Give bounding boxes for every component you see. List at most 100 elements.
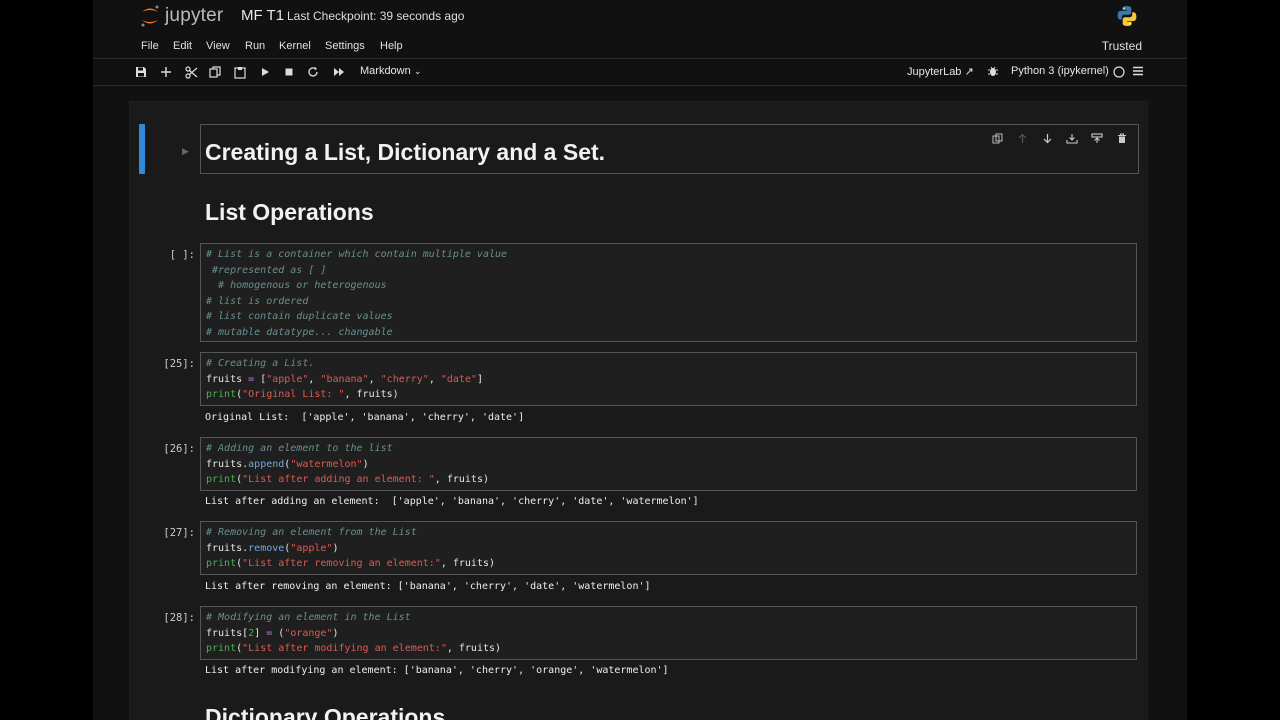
- kernel-name[interactable]: Python 3 (ipykernel): [1011, 65, 1109, 77]
- code-token: fruits.: [206, 458, 249, 470]
- stop-icon[interactable]: [280, 63, 298, 81]
- cell-output: List after modifying an element: ['banan…: [205, 665, 669, 676]
- run-icon[interactable]: [256, 63, 274, 81]
- code-token: ,: [428, 373, 441, 385]
- code-line: # Creating a List.: [206, 358, 315, 369]
- code-token: ): [332, 542, 339, 554]
- jupyter-logo-icon: [141, 5, 159, 27]
- code-line: print("List after adding an element: ", …: [201, 472, 1136, 488]
- code-cell[interactable]: # Removing an element from the List frui…: [200, 521, 1137, 575]
- code-token: ]: [477, 373, 484, 385]
- code-token: print: [206, 389, 237, 400]
- code-token: "orange": [284, 627, 333, 639]
- code-token: fruits.: [206, 542, 249, 554]
- code-token: "List after removing an element:": [242, 558, 441, 569]
- delete-cell-icon[interactable]: [1114, 130, 1130, 146]
- code-line: # Removing an element from the List: [206, 527, 417, 538]
- notebook-title: Creating a List, Dictionary and a Set.: [205, 139, 606, 165]
- code-token: "apple": [290, 542, 333, 554]
- menu-help[interactable]: Help: [380, 40, 403, 52]
- code-cell[interactable]: # Adding an element to the list fruits.a…: [200, 437, 1137, 491]
- code-token: ): [332, 627, 339, 639]
- code-token: "List after adding an element: ": [242, 474, 435, 485]
- code-token: append: [248, 458, 285, 470]
- restart-icon[interactable]: [304, 63, 322, 81]
- code-token: =: [248, 373, 261, 385]
- code-cell[interactable]: # List is a container which contain mult…: [200, 243, 1137, 342]
- cell-prompt: [27]:: [163, 527, 195, 539]
- duplicate-cell-icon[interactable]: [989, 130, 1005, 146]
- code-line: # Adding an element to the list: [206, 443, 393, 454]
- trusted-indicator[interactable]: Trusted: [1102, 39, 1142, 53]
- code-line: fruits.remove("apple"): [201, 541, 1136, 557]
- code-token: ): [362, 458, 369, 470]
- code-token: "List after modifying an element:": [242, 643, 447, 654]
- code-token: =: [266, 627, 279, 639]
- code-token: print: [206, 558, 237, 569]
- code-token: "Original List: ": [242, 389, 345, 400]
- code-line: # Modifying an element in the List: [206, 612, 411, 623]
- cell-output: List after adding an element: ['apple', …: [205, 496, 699, 507]
- kernel-status-icon: [1110, 63, 1128, 81]
- debugger-icon[interactable]: [984, 62, 1002, 80]
- code-token: "apple": [266, 373, 309, 385]
- code-token: , fruits): [434, 474, 489, 485]
- cell-type-label: Markdown: [360, 65, 411, 77]
- active-cell-indicator: [139, 124, 145, 174]
- code-token: remove: [248, 542, 285, 554]
- menu-file[interactable]: File: [141, 40, 159, 52]
- cut-icon[interactable]: [182, 63, 200, 81]
- menu-kernel[interactable]: Kernel: [279, 40, 311, 52]
- logo-text: jupyter: [165, 5, 224, 26]
- top-bar: jupyter MF T1 Last Checkpoint: 39 second…: [93, 0, 1187, 34]
- code-token: "date": [440, 373, 477, 385]
- code-token: ]: [254, 627, 267, 639]
- cell-prompt: [26]:: [163, 443, 195, 455]
- menu-edit[interactable]: Edit: [173, 40, 192, 52]
- code-line: # List is a container which contain mult…: [206, 249, 508, 260]
- code-token: ,: [308, 373, 321, 385]
- code-line: fruits = ["apple", "banana", "cherry", "…: [201, 372, 1136, 388]
- external-link-icon: ↗: [964, 66, 974, 78]
- code-cell[interactable]: # Modifying an element in the List fruit…: [200, 606, 1137, 660]
- paste-icon[interactable]: [231, 63, 249, 81]
- open-jupyterlab-button[interactable]: JupyterLab ↗: [907, 65, 974, 78]
- code-cell[interactable]: # Creating a List. fruits = ["apple", "b…: [200, 352, 1137, 406]
- move-down-icon[interactable]: [1039, 130, 1055, 146]
- menu-run[interactable]: Run: [245, 40, 265, 52]
- code-token: "watermelon": [290, 458, 363, 470]
- code-line: # list contain duplicate values: [206, 311, 393, 322]
- markdown-cell-title[interactable]: Creating a List, Dictionary and a Set.: [200, 124, 1139, 174]
- code-token: ,: [368, 373, 381, 385]
- code-line: # homogenous or heterogenous: [206, 280, 387, 291]
- jupyter-window: jupyter MF T1 Last Checkpoint: 39 second…: [93, 0, 1187, 720]
- collapse-arrow-icon[interactable]: ▶: [182, 146, 189, 157]
- fast-forward-icon[interactable]: [330, 63, 348, 81]
- code-line: print("Original List: ", fruits): [201, 387, 1136, 403]
- copy-icon[interactable]: [206, 63, 224, 81]
- insert-above-icon[interactable]: [1089, 130, 1105, 146]
- python-logo-icon: [1115, 4, 1139, 33]
- code-token: fruits[: [206, 627, 249, 639]
- code-token: print: [206, 643, 237, 654]
- code-line: fruits.append("watermelon"): [201, 457, 1136, 473]
- cell-type-select[interactable]: Markdown ⌄: [360, 65, 421, 77]
- chevron-down-icon: ⌄: [413, 66, 422, 76]
- section-heading-list: List Operations: [205, 199, 374, 225]
- insert-below-icon[interactable]: [1064, 130, 1080, 146]
- cell-toolbar: [989, 130, 1130, 146]
- add-cell-icon[interactable]: [157, 63, 175, 81]
- menu-view[interactable]: View: [206, 40, 230, 52]
- jupyter-logo[interactable]: jupyter: [139, 4, 223, 28]
- menu-settings[interactable]: Settings: [325, 40, 365, 52]
- move-up-icon[interactable]: [1014, 130, 1030, 146]
- last-checkpoint: Last Checkpoint: 39 seconds ago: [287, 9, 465, 23]
- cell-prompt: [25]:: [163, 358, 195, 370]
- code-line: print("List after removing an element:",…: [201, 556, 1136, 572]
- save-icon[interactable]: [132, 63, 150, 81]
- notebook-name[interactable]: MF T1: [241, 7, 284, 24]
- menu-icon[interactable]: [1129, 62, 1147, 80]
- code-line: fruits[2] = ("orange"): [201, 626, 1136, 642]
- menu-bar: File Edit View Run Kernel Settings Help …: [93, 34, 1187, 59]
- code-token: print: [206, 474, 237, 485]
